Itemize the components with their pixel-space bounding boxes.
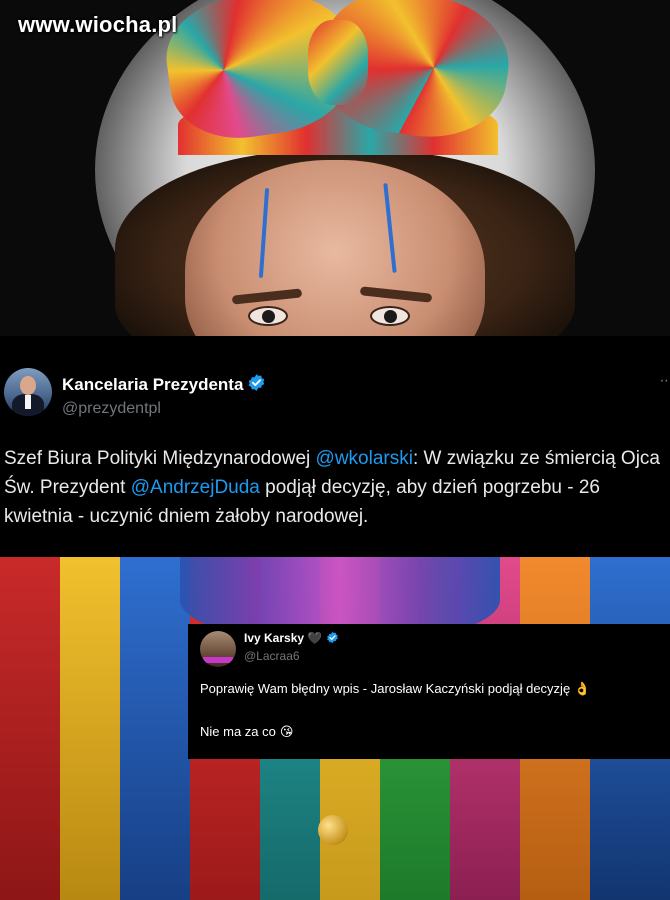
verified-badge-icon — [326, 631, 339, 647]
kiss-face-icon: 😘 — [279, 724, 294, 739]
tweet-text-segment: Szef Biura Polityki Międzynarodowej — [4, 448, 316, 469]
reply-account-name[interactable]: Ivy Karsky 🖤 — [244, 631, 339, 647]
hat-bow-knot — [308, 20, 368, 105]
tweet-card: Kancelaria Prezydenta @prezydentpl ·· Sz… — [0, 336, 670, 557]
reply-text: Poprawię Wam błędny wpis - Jarosław Kacz… — [200, 681, 571, 696]
verified-badge-icon — [247, 373, 266, 397]
account-name[interactable]: Kancelaria Prezydenta — [62, 373, 266, 397]
ellipsis-icon[interactable]: ·· — [659, 372, 669, 390]
ok-hand-icon: 👌 — [574, 681, 591, 696]
reply-text-line: Poprawię Wam błędny wpis - Jarosław Kacz… — [200, 681, 590, 697]
costume-button — [318, 815, 348, 845]
mention-link[interactable]: @AndrzejDuda — [131, 477, 260, 498]
account-handle[interactable]: @prezydentpl — [62, 400, 161, 418]
mention-link[interactable]: @wkolarski — [316, 448, 413, 469]
reply-card: Ivy Karsky 🖤 @Lacraa6 Poprawię Wam błędny… — [188, 624, 670, 759]
watermark: www.wiocha.pl — [18, 12, 178, 37]
reply-text-line: Nie ma za co 😘 — [200, 724, 293, 740]
clown-hat — [159, 0, 517, 155]
costume-stripe — [0, 555, 60, 900]
reply-text: Nie ma za co — [200, 724, 276, 739]
account-name-label: Kancelaria Prezydenta — [62, 375, 244, 394]
avatar[interactable] — [200, 631, 236, 667]
reply-account-handle[interactable]: @Lacraa6 — [244, 649, 300, 663]
costume-stripe — [60, 555, 120, 900]
avatar[interactable] — [4, 368, 52, 416]
eye-right — [370, 306, 410, 326]
costume-stripe — [120, 555, 190, 900]
tweet-text: Szef Biura Polityki Międzynarodowej @wko… — [4, 444, 666, 531]
eye-left — [248, 306, 288, 326]
black-heart-icon: 🖤 — [307, 631, 322, 645]
reply-name-label: Ivy Karsky — [244, 631, 305, 645]
